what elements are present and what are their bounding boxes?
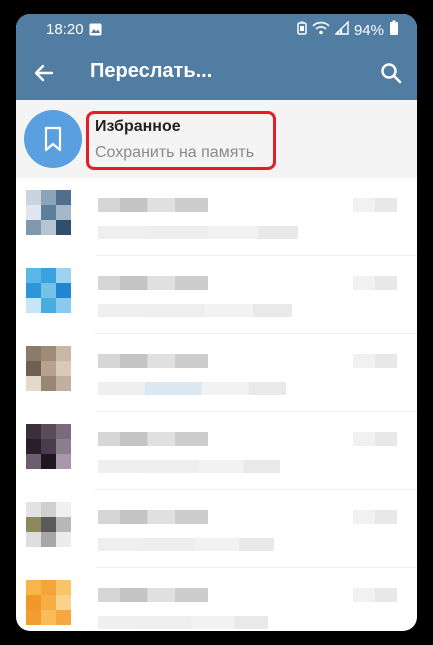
chat-item[interactable] [16,178,417,256]
chat-avatar [26,346,71,391]
chat-item[interactable] [16,412,417,490]
chat-item[interactable] [16,256,417,334]
chat-name [98,354,208,368]
chat-name [98,198,208,212]
chat-last-message [98,460,280,473]
chat-avatar [26,190,71,235]
bookmark-icon [44,126,62,152]
toolbar: Переслать... [16,46,417,100]
wifi-icon [312,21,330,39]
chat-avatar [26,424,71,469]
signal-icon [334,20,349,39]
status-time: 18:20 [46,21,84,38]
status-bar: 18:20 94% [16,14,417,46]
chat-name [98,588,208,602]
chat-avatar [26,580,71,625]
arrow-left-icon [34,64,54,82]
saved-messages-title: Избранное [95,118,181,135]
battery-saver-icon [297,21,307,39]
chat-item[interactable] [16,490,417,568]
chat-avatar [26,502,71,547]
chat-date [353,432,397,446]
chat-date [353,588,397,602]
chat-date [353,510,397,524]
saved-messages-subtitle: Сохранить на память [95,144,255,161]
chat-avatar [26,268,71,313]
chat-last-message [98,616,268,629]
battery-icon [389,20,399,40]
saved-messages-item[interactable]: Избранное Сохранить на память [16,100,417,178]
chat-name [98,276,208,290]
search-icon [381,63,402,84]
chat-name [98,432,208,446]
chat-last-message [98,538,274,551]
chat-date [353,354,397,368]
chat-name [98,510,208,524]
gallery-icon [89,23,102,40]
back-button[interactable] [30,59,58,87]
page-title: Переслать... [90,60,213,82]
saved-messages-avatar [24,110,82,168]
battery-percentage: 94% [353,21,384,39]
app-header: 18:20 94% Переслать... [16,14,417,100]
phone-screen: 18:20 94% Переслать... Избранное Сохрани… [16,14,417,631]
chat-last-message [98,382,286,395]
chat-last-message [98,304,292,317]
chat-date [353,276,397,290]
chat-item[interactable] [16,568,417,631]
chat-date [353,198,397,212]
chat-item[interactable] [16,334,417,412]
search-button[interactable] [377,59,405,87]
status-indicators: 94% [297,20,399,40]
chat-last-message [98,226,298,239]
